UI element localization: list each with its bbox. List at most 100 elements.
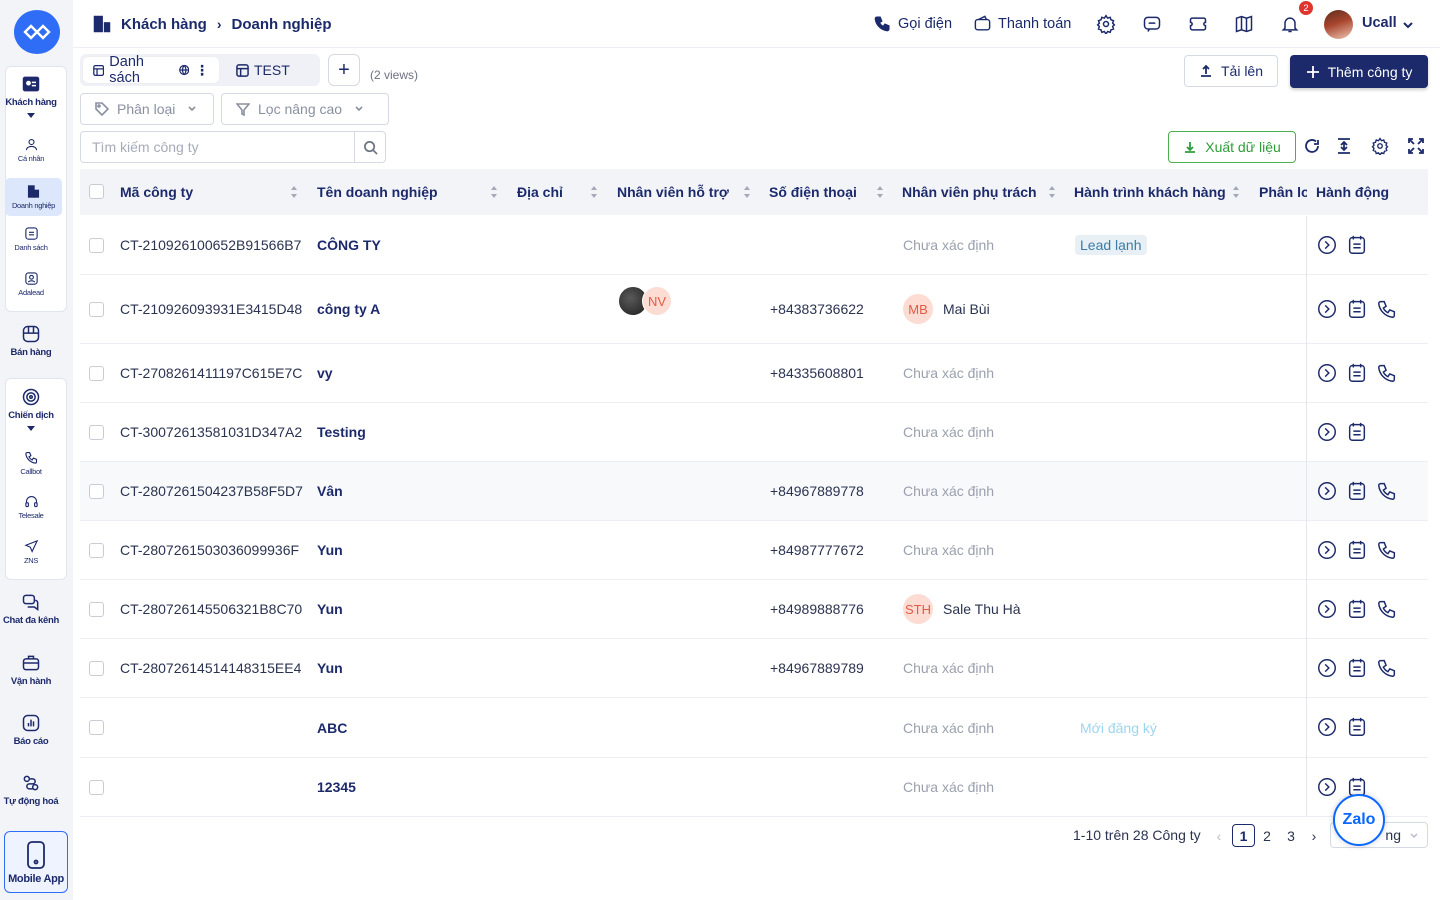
search-input[interactable] [81, 132, 355, 162]
call-icon[interactable] [1376, 598, 1398, 620]
company-name[interactable]: công ty A [317, 275, 507, 343]
view-detail-icon[interactable] [1316, 539, 1338, 561]
sidebar-item-sales[interactable]: Bán hàng [0, 324, 62, 358]
more-vertical-icon[interactable]: ⋮ [195, 62, 209, 79]
view-detail-icon[interactable] [1316, 298, 1338, 320]
company-name[interactable]: Yun [317, 580, 507, 638]
column-header-journey[interactable]: Hành trình khách hàng [1074, 169, 1242, 215]
sort-icon[interactable] [743, 185, 751, 199]
call-icon[interactable] [1376, 362, 1398, 384]
payment-button[interactable]: Thanh toán [973, 14, 1071, 33]
note-icon[interactable] [1346, 480, 1368, 502]
view-detail-icon[interactable] [1316, 598, 1338, 620]
column-header-support[interactable]: Nhân viên hỗ trợ [617, 169, 754, 215]
row-checkbox[interactable] [89, 543, 104, 558]
table-row[interactable]: CT-210926093931E3415D48 công ty A NV +84383… [80, 275, 1428, 344]
company-name[interactable]: CÔNG TY [317, 216, 507, 274]
note-icon[interactable] [1346, 539, 1368, 561]
column-header-owner[interactable]: Nhân viên phụ trách [902, 169, 1058, 215]
tab-list[interactable]: Danh sách ⋮ [83, 54, 219, 86]
note-icon[interactable] [1346, 598, 1368, 620]
breadcrumb-item-customers[interactable]: Khách hàng [121, 16, 207, 33]
note-icon[interactable] [1346, 234, 1368, 256]
sidebar-item-operations[interactable]: Vận hành [0, 653, 62, 687]
sidebar-item-individual[interactable]: Cá nhân [0, 137, 62, 163]
message-icon[interactable] [1142, 14, 1162, 34]
view-detail-icon[interactable] [1316, 480, 1338, 502]
settings-icon[interactable] [1096, 14, 1116, 36]
chevron-down-icon[interactable] [1402, 18, 1414, 30]
select-all-checkbox[interactable] [89, 184, 104, 199]
sidebar-item-omnichat[interactable]: Chat đa kênh [0, 592, 62, 626]
view-detail-icon[interactable] [1316, 657, 1338, 679]
row-checkbox[interactable] [89, 720, 104, 735]
sidebar-item-customers[interactable]: Khách hàng [0, 74, 62, 118]
row-checkbox[interactable] [89, 780, 104, 795]
row-checkbox[interactable] [89, 602, 104, 617]
page-1[interactable]: 1 [1232, 824, 1255, 847]
table-row[interactable]: CT-28072614514148315EE4 Yun +84967889789 Ch… [80, 639, 1428, 698]
column-header-category[interactable]: Phân loại [1259, 169, 1307, 215]
ucall-logo[interactable] [14, 10, 60, 54]
sidebar-item-campaign[interactable]: Chiến dịch [0, 387, 62, 431]
zalo-chat-button[interactable]: Zalo [1333, 794, 1385, 846]
view-detail-icon[interactable] [1316, 716, 1338, 738]
column-header-address[interactable]: Địa chỉ [517, 169, 601, 215]
table-row[interactable]: CT-30072613581031D347A2 Testing Chưa xác đ… [80, 403, 1428, 462]
user-avatar[interactable] [1324, 10, 1353, 39]
prev-page-icon[interactable]: ‹ [1212, 824, 1226, 847]
view-detail-icon[interactable] [1316, 776, 1338, 798]
company-name[interactable]: Testing [317, 403, 507, 461]
ticket-icon[interactable] [1188, 14, 1208, 34]
book-icon[interactable] [1234, 14, 1254, 34]
sort-icon[interactable] [1048, 185, 1056, 199]
refresh-icon[interactable] [1303, 137, 1321, 155]
row-checkbox[interactable] [89, 661, 104, 676]
sidebar-item-reports[interactable]: Báo cáo [0, 713, 62, 747]
row-checkbox[interactable] [89, 366, 104, 381]
sort-icon[interactable] [1232, 185, 1240, 199]
call-icon[interactable] [1376, 298, 1398, 320]
view-detail-icon[interactable] [1316, 362, 1338, 384]
table-row[interactable]: CT-2807261503036099936F Yun +84987777672 Ch… [80, 521, 1428, 580]
sidebar-item-callbot[interactable]: Callbot [0, 450, 62, 476]
table-row[interactable]: 12345 Chưa xác định [80, 758, 1428, 817]
column-header-phone[interactable]: Số điện thoại [769, 169, 887, 215]
note-icon[interactable] [1346, 421, 1368, 443]
column-header-code[interactable]: Mã công ty [120, 169, 302, 215]
fullscreen-icon[interactable] [1407, 137, 1425, 155]
search-button[interactable] [354, 132, 385, 162]
call-icon[interactable] [1376, 480, 1398, 502]
column-header-name[interactable]: Tên doanh nghiệp [317, 169, 500, 215]
sort-icon[interactable] [590, 185, 598, 199]
export-button[interactable]: Xuất dữ liệu [1168, 131, 1296, 163]
bell-icon[interactable] [1280, 14, 1300, 34]
sort-icon[interactable] [290, 185, 298, 199]
company-name[interactable]: ABC [317, 698, 507, 757]
call-icon[interactable] [1376, 657, 1398, 679]
sidebar-item-automation[interactable]: Tự động hoá [0, 773, 62, 807]
note-icon[interactable] [1346, 657, 1368, 679]
call-button[interactable]: Gọi điện [873, 14, 952, 33]
sidebar-item-lists[interactable]: Danh sách [0, 226, 62, 252]
company-name[interactable]: 12345 [317, 758, 507, 816]
row-checkbox[interactable] [89, 484, 104, 499]
column-height-icon[interactable] [1335, 137, 1353, 155]
view-detail-icon[interactable] [1316, 421, 1338, 443]
call-icon[interactable] [1376, 539, 1398, 561]
note-icon[interactable] [1346, 716, 1368, 738]
page-2[interactable]: 2 [1259, 824, 1275, 847]
upload-button[interactable]: Tải lên [1184, 55, 1278, 87]
view-detail-icon[interactable] [1316, 234, 1338, 256]
sidebar-item-mobile-app[interactable]: Mobile App [4, 831, 68, 893]
sidebar-item-adalead[interactable]: Adalead [0, 271, 62, 297]
table-row[interactable]: CT-2708261411197C615E7C vy +84335608801 Chư… [80, 344, 1428, 403]
tab-test[interactable]: TEST [226, 57, 300, 83]
add-company-button[interactable]: Thêm công ty [1290, 55, 1428, 88]
sidebar-item-zns[interactable]: ZNS [0, 539, 62, 565]
sidebar-item-telesale[interactable]: Telesale [0, 494, 62, 520]
table-settings-icon[interactable] [1371, 137, 1389, 157]
company-name[interactable]: Yun [317, 639, 507, 697]
note-icon[interactable] [1346, 298, 1368, 320]
user-name[interactable]: Ucall [1362, 15, 1397, 31]
